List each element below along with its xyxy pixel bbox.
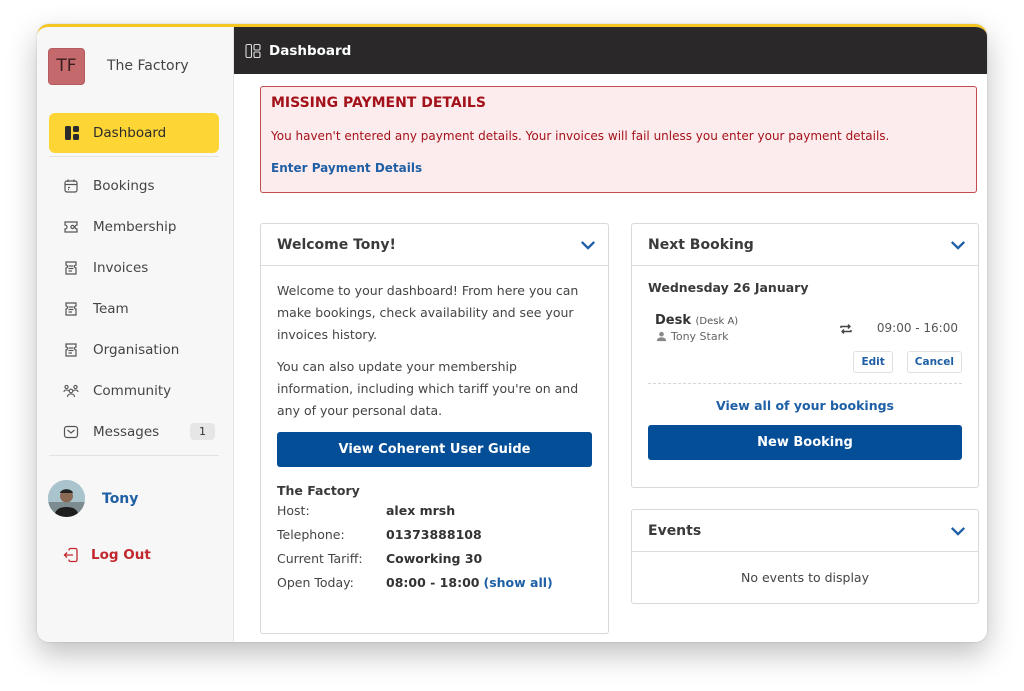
booking-time: 09:00 - 16:00 <box>876 321 958 335</box>
ticket-icon <box>63 219 79 235</box>
info-key: Host: <box>277 502 310 518</box>
resource-name: Desk <box>655 313 691 328</box>
dashboard-icon <box>64 125 80 141</box>
sidebar-item-organisation[interactable]: Organisation <box>37 329 233 370</box>
booking-date: Wednesday 26 January <box>648 280 809 295</box>
info-row: Open Today: 08:00 - 18:00 (show all) <box>277 570 592 594</box>
card-title: Welcome Tony! <box>277 236 396 253</box>
info-value: 08:00 - 18:00 <box>386 574 480 590</box>
info-value: 01373888108 <box>386 526 482 542</box>
people-icon <box>63 383 79 399</box>
chevron-down-icon[interactable] <box>950 523 966 539</box>
view-user-guide-button[interactable]: View Coherent User Guide <box>277 432 592 467</box>
user-name: Tony <box>102 490 139 507</box>
person-name: Tony Stark <box>671 330 729 343</box>
welcome-card: Welcome Tony! Welcome to your dashboard!… <box>260 223 609 634</box>
divider <box>49 156 219 157</box>
cancel-booking-button[interactable]: Cancel <box>906 351 962 373</box>
chevron-down-icon[interactable] <box>950 237 966 253</box>
info-key: Open Today: <box>277 574 354 590</box>
main-content: Dashboard MISSING PAYMENT DETAILS You ha… <box>234 27 987 642</box>
payment-alert: MISSING PAYMENT DETAILS You haven't ente… <box>260 86 977 193</box>
sidebar-item-label: Organisation <box>93 341 180 358</box>
booking-resource: Desk (Desk A) <box>655 313 738 328</box>
sidebar-item-messages[interactable]: Messages 1 <box>37 411 233 452</box>
location-name: The Factory <box>277 483 360 498</box>
enter-payment-details-link[interactable]: Enter Payment Details <box>271 161 422 175</box>
info-row: Current Tariff: Coworking 30 <box>277 546 592 570</box>
brand-name: The Factory <box>107 58 189 74</box>
repeat-icon <box>838 321 854 337</box>
next-booking-card-header[interactable]: Next Booking <box>632 224 978 266</box>
new-booking-button[interactable]: New Booking <box>648 425 962 460</box>
card-title: Next Booking <box>648 236 754 253</box>
welcome-text: Welcome to your dashboard! From here you… <box>277 283 579 342</box>
inbox-icon <box>63 424 79 440</box>
sidebar: TF The Factory Dashboard Bookings Member… <box>37 27 234 642</box>
sidebar-item-membership[interactable]: Membership <box>37 206 233 247</box>
app-window: TF The Factory Dashboard Bookings Member… <box>37 24 987 642</box>
layout-icon <box>245 43 261 59</box>
person-icon <box>655 331 667 343</box>
card-title: Events <box>648 522 702 539</box>
info-row: Host: alex mrsh <box>277 498 592 522</box>
topbar: Dashboard <box>234 27 987 74</box>
sidebar-item-label: Dashboard <box>93 125 167 141</box>
info-row: Telephone: 01373888108 <box>277 522 592 546</box>
sidebar-item-team[interactable]: Team <box>37 288 233 329</box>
booking-item: Desk (Desk A) Tony Stark 09:00 - 16:00 <box>648 313 962 349</box>
resource-detail: (Desk A) <box>695 316 739 327</box>
divider <box>49 455 219 456</box>
next-booking-card: Next Booking Wednesday 26 January Desk (… <box>631 223 979 488</box>
sidebar-item-label: Community <box>93 382 172 399</box>
logout-label: Log Out <box>91 547 151 563</box>
chevron-down-icon[interactable] <box>580 237 596 253</box>
info-key: Telephone: <box>277 526 345 542</box>
logout-button[interactable]: Log Out <box>37 547 233 563</box>
sidebar-item-invoices[interactable]: Invoices <box>37 247 233 288</box>
edit-booking-button[interactable]: Edit <box>853 351 893 373</box>
sidebar-item-label: Team <box>93 300 129 317</box>
welcome-card-header[interactable]: Welcome Tony! <box>261 224 608 266</box>
receipt-icon <box>63 342 79 358</box>
alert-title: MISSING PAYMENT DETAILS <box>271 95 486 111</box>
show-all-hours-link[interactable]: (show all) <box>483 575 552 590</box>
receipt-icon <box>63 301 79 317</box>
alert-message: You haven't entered any payment details.… <box>271 129 890 143</box>
receipt-icon <box>63 260 79 276</box>
events-empty-message: No events to display <box>741 570 869 585</box>
sidebar-item-label: Invoices <box>93 259 149 276</box>
welcome-text: You can also update your membership info… <box>277 359 579 418</box>
sidebar-item-label: Membership <box>93 218 177 235</box>
divider <box>648 383 962 384</box>
unread-badge: 1 <box>190 423 215 440</box>
sidebar-item-bookings[interactable]: Bookings <box>37 165 233 206</box>
sidebar-item-label: Messages <box>93 423 160 440</box>
info-value: alex mrsh <box>386 502 456 518</box>
logout-icon <box>63 547 79 563</box>
sidebar-item-label: Bookings <box>93 177 155 194</box>
user-profile-link[interactable]: Tony <box>37 480 233 517</box>
calendar-icon <box>63 178 79 194</box>
view-all-bookings-link[interactable]: View all of your bookings <box>648 398 962 413</box>
info-value: Coworking 30 <box>386 550 483 566</box>
sidebar-item-dashboard[interactable]: Dashboard <box>49 113 219 153</box>
events-card-header[interactable]: Events <box>632 510 978 552</box>
sidebar-item-community[interactable]: Community <box>37 370 233 411</box>
brand: TF The Factory <box>37 27 233 105</box>
info-key: Current Tariff: <box>277 550 363 566</box>
events-card: Events No events to display <box>631 509 979 604</box>
booking-person: Tony Stark <box>655 330 738 343</box>
page-title: Dashboard <box>269 42 352 59</box>
avatar <box>48 480 85 517</box>
brand-logo: TF <box>48 47 85 85</box>
